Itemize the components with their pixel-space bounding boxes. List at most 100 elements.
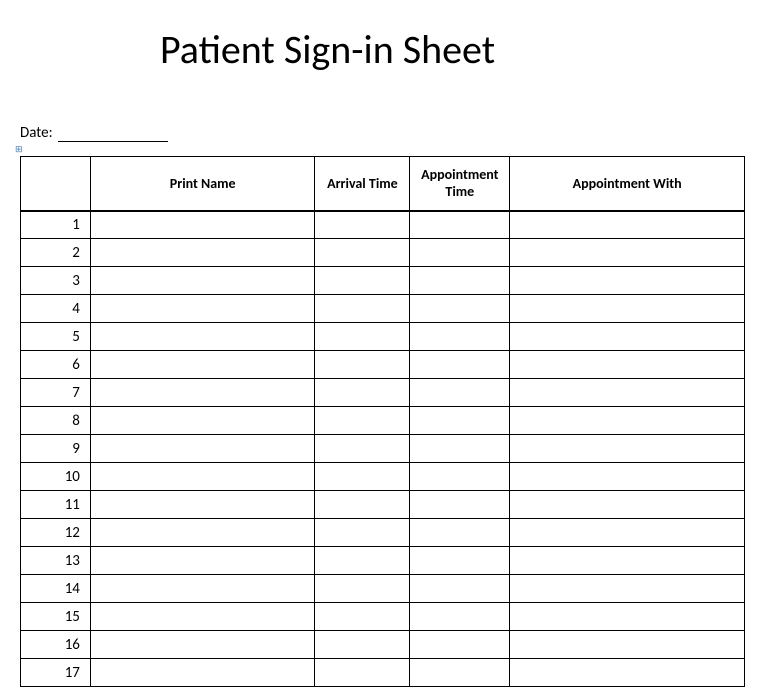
cell-appt-time (410, 547, 510, 575)
cell-arrival (315, 239, 410, 267)
cell-num: 15 (21, 603, 91, 631)
header-appt-with: Appointment With (510, 157, 745, 211)
cell-name (90, 323, 315, 351)
cell-name (90, 379, 315, 407)
cell-appt-with (510, 323, 745, 351)
cell-name (90, 351, 315, 379)
cell-num: 6 (21, 351, 91, 379)
cell-appt-time (410, 435, 510, 463)
cell-appt-time (410, 211, 510, 239)
cell-num: 1 (21, 211, 91, 239)
cell-arrival (315, 379, 410, 407)
table-row: 3 (21, 267, 745, 295)
date-value (58, 141, 168, 142)
table-row: 9 (21, 435, 745, 463)
header-arrival: Arrival Time (315, 157, 410, 211)
cell-appt-time (410, 295, 510, 323)
cell-name (90, 239, 315, 267)
cell-name (90, 575, 315, 603)
cell-appt-time (410, 463, 510, 491)
table-row: 8 (21, 407, 745, 435)
cell-appt-with (510, 659, 745, 687)
cell-num: 4 (21, 295, 91, 323)
cell-appt-with (510, 407, 745, 435)
table-row: 15 (21, 603, 745, 631)
table-row: 11 (21, 491, 745, 519)
cell-appt-time (410, 239, 510, 267)
cell-arrival (315, 603, 410, 631)
cell-appt-time (410, 379, 510, 407)
cell-name (90, 435, 315, 463)
cell-name (90, 491, 315, 519)
table-row: 5 (21, 323, 745, 351)
cell-appt-time (410, 407, 510, 435)
cell-num: 14 (21, 575, 91, 603)
cell-appt-time (410, 659, 510, 687)
cell-num: 11 (21, 491, 91, 519)
cell-num: 17 (21, 659, 91, 687)
cell-name (90, 603, 315, 631)
cell-appt-time (410, 267, 510, 295)
cell-name (90, 267, 315, 295)
table-row: 2 (21, 239, 745, 267)
cell-name (90, 519, 315, 547)
cell-arrival (315, 267, 410, 295)
cell-appt-with (510, 295, 745, 323)
table-row: 14 (21, 575, 745, 603)
cell-arrival (315, 435, 410, 463)
page-title: Patient Sign-in Sheet (160, 25, 753, 74)
cell-num: 8 (21, 407, 91, 435)
cell-name (90, 463, 315, 491)
cell-name (90, 659, 315, 687)
cell-num: 12 (21, 519, 91, 547)
cell-name (90, 211, 315, 239)
cell-appt-time (410, 351, 510, 379)
table-header-row: Print Name Arrival Time Appointment Time… (21, 157, 745, 211)
table-row: 17 (21, 659, 745, 687)
cell-num: 13 (21, 547, 91, 575)
cell-appt-time (410, 575, 510, 603)
cell-appt-time (410, 631, 510, 659)
cell-num: 3 (21, 267, 91, 295)
cell-arrival (315, 211, 410, 239)
cell-appt-with (510, 463, 745, 491)
cell-arrival (315, 295, 410, 323)
cell-appt-time (410, 603, 510, 631)
date-field: Date: (20, 124, 753, 142)
table-row: 1 (21, 211, 745, 239)
cell-arrival (315, 575, 410, 603)
table-row: 16 (21, 631, 745, 659)
cell-arrival (315, 463, 410, 491)
cell-arrival (315, 407, 410, 435)
header-name: Print Name (90, 157, 315, 211)
cell-name (90, 547, 315, 575)
cell-num: 7 (21, 379, 91, 407)
cell-num: 9 (21, 435, 91, 463)
cell-arrival (315, 631, 410, 659)
cell-appt-with (510, 239, 745, 267)
header-num (21, 157, 91, 211)
cell-name (90, 631, 315, 659)
cell-appt-with (510, 435, 745, 463)
cell-name (90, 295, 315, 323)
cell-appt-with (510, 547, 745, 575)
cell-appt-with (510, 379, 745, 407)
date-label: Date: (20, 124, 53, 142)
cell-arrival (315, 491, 410, 519)
cell-appt-time (410, 323, 510, 351)
table-anchor-icon: ⊞ (15, 146, 753, 156)
table-row: 13 (21, 547, 745, 575)
table-row: 4 (21, 295, 745, 323)
cell-arrival (315, 659, 410, 687)
cell-num: 10 (21, 463, 91, 491)
cell-num: 5 (21, 323, 91, 351)
cell-appt-with (510, 631, 745, 659)
table-row: 12 (21, 519, 745, 547)
header-appt-time: Appointment Time (410, 157, 510, 211)
signin-table: Print Name Arrival Time Appointment Time… (20, 156, 745, 687)
cell-num: 16 (21, 631, 91, 659)
cell-appt-with (510, 267, 745, 295)
cell-arrival (315, 547, 410, 575)
cell-appt-with (510, 603, 745, 631)
cell-appt-with (510, 575, 745, 603)
